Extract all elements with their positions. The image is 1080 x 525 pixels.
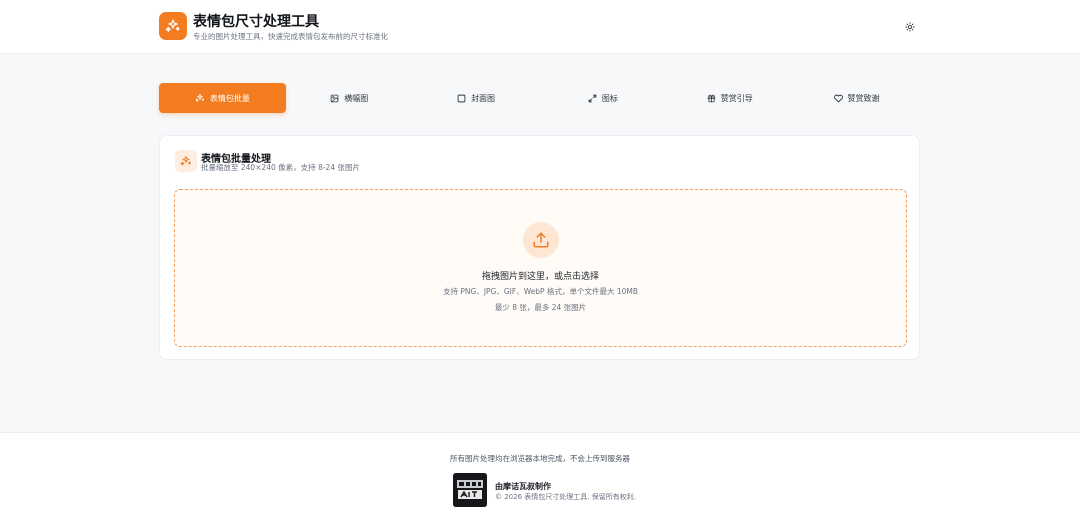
gift-icon bbox=[707, 94, 716, 102]
sun-icon bbox=[905, 22, 915, 32]
upload-icon-circle bbox=[523, 222, 559, 258]
privacy-note: 所有图片处理均在浏览器本地完成，不会上传到服务器 bbox=[450, 454, 630, 463]
sparkles-icon bbox=[180, 156, 191, 166]
card-description: 批量缩放至 240×240 像素，支持 8-24 张图片 bbox=[201, 163, 360, 172]
copyright-text: © 2026 表情包尺寸处理工具. 保留所有权利. bbox=[495, 493, 636, 501]
app-header: 表情包尺寸处理工具 专业的图片处理工具，快速完成表情包发布前的尺寸标准化 bbox=[0, 0, 1080, 54]
tab-label: 表情包批量 bbox=[209, 93, 250, 103]
tab-label: 封面图 bbox=[471, 93, 496, 103]
expand-icon bbox=[588, 94, 597, 102]
dropzone-count: 最少 8 张，最多 24 张图片 bbox=[494, 303, 587, 312]
tab-tip-guide[interactable]: 赞赏引导 bbox=[666, 83, 793, 113]
square-icon bbox=[457, 94, 466, 102]
dropzone-title: 拖拽图片到这里，或点击选择 bbox=[481, 272, 599, 282]
dropzone-formats: 支持 PNG、JPG、GIF、WebP 格式，单个文件最大 10MB bbox=[442, 287, 638, 296]
app-subtitle: 专业的图片处理工具，快速完成表情包发布前的尺寸标准化 bbox=[193, 32, 388, 41]
emoji-batch-card: 表情包批量处理 批量缩放至 240×240 像素，支持 8-24 张图片 拖拽图… bbox=[159, 135, 920, 360]
tab-label: 图标 bbox=[601, 93, 618, 103]
sparkles-icon bbox=[165, 19, 180, 32]
app-footer: 所有图片处理均在浏览器本地完成，不会上传到服务器 由摩诘瓦叔制作 © 2026 … bbox=[0, 432, 1080, 525]
app-logo bbox=[159, 12, 187, 40]
tab-tip-thanks[interactable]: 赞赏致谢 bbox=[793, 83, 920, 113]
author-logo-image bbox=[453, 473, 487, 507]
tab-label: 横幅图 bbox=[344, 93, 369, 103]
tab-cover[interactable]: 封面图 bbox=[413, 83, 540, 113]
tool-tabs: 表情包批量 横幅图 封面图 图标 赞赏引导 赞赏致谢 bbox=[159, 83, 920, 113]
tab-banner[interactable]: 横幅图 bbox=[286, 83, 413, 113]
image-icon bbox=[330, 94, 339, 102]
tab-emoji-batch[interactable]: 表情包批量 bbox=[159, 83, 286, 113]
app-title: 表情包尺寸处理工具 bbox=[193, 14, 319, 30]
heart-icon bbox=[833, 94, 843, 102]
upload-icon bbox=[533, 232, 549, 248]
card-icon bbox=[175, 150, 197, 172]
author-avatar bbox=[453, 473, 487, 507]
sparkles-icon bbox=[195, 93, 205, 102]
tab-label: 赞赏引导 bbox=[720, 93, 753, 103]
tab-label: 赞赏致谢 bbox=[847, 93, 880, 103]
theme-toggle-button[interactable] bbox=[902, 19, 918, 35]
upload-dropzone[interactable]: 拖拽图片到这里，或点击选择 支持 PNG、JPG、GIF、WebP 格式，单个文… bbox=[174, 189, 907, 347]
tab-icon[interactable]: 图标 bbox=[539, 83, 666, 113]
author-credit: 由摩诘瓦叔制作 bbox=[495, 482, 551, 491]
